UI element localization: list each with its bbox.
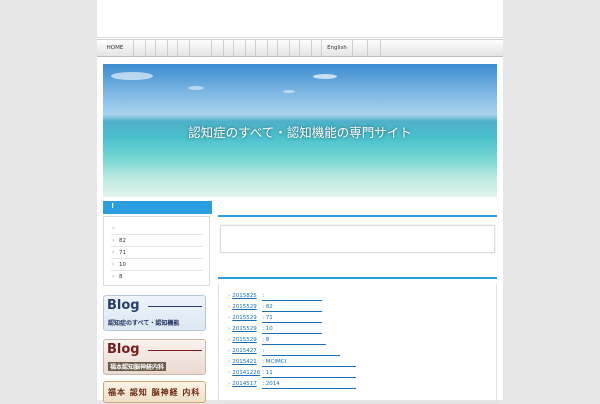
sidebar-item[interactable]: 8: [111, 271, 203, 283]
nav-separator: [255, 40, 256, 57]
nav-separator: [211, 40, 212, 57]
bullet-icon: ›: [228, 293, 231, 299]
nav-separator: [289, 40, 290, 57]
global-nav: HOME English: [97, 39, 503, 57]
section-divider: [218, 215, 497, 217]
nav-english[interactable]: English: [321, 40, 353, 57]
news-date: 2015825: [232, 293, 257, 299]
blog-banner-clinic[interactable]: Blog 福本認知脳神経内科: [103, 339, 206, 375]
news-title: : 10: [262, 325, 323, 334]
news-date: 2015529: [232, 315, 257, 321]
news-list: › 2015825: › 2015529: 82 › 2015529: 71 › 201…: [218, 284, 497, 404]
nav-separator: [245, 40, 246, 57]
nav-separator: [155, 40, 156, 57]
nav-separator: [167, 40, 168, 57]
news-item[interactable]: › 20141226: 11: [228, 368, 357, 378]
news-title: : MCIMCI: [262, 358, 357, 367]
section-divider: [218, 277, 497, 279]
news-date: 2015529: [232, 337, 257, 343]
banner-title: 福本 認知 脳神経 内科: [108, 388, 201, 397]
nav-separator: [177, 40, 178, 57]
cloud: [313, 74, 337, 79]
banner-title: Blog: [107, 342, 140, 357]
nav-separator: [311, 40, 312, 57]
page-container: HOME English 認知症のすべて・認知機能の専門サイト ! 82 71 …: [97, 0, 503, 404]
cloud: [283, 90, 295, 93]
news-title: : 11: [262, 369, 357, 378]
bullet-icon: ›: [228, 315, 231, 321]
bullet-icon: ›: [228, 337, 231, 343]
content-box: [220, 225, 495, 253]
nav-separator: [145, 40, 146, 57]
news-date: 2015427: [232, 348, 257, 354]
bullet-icon: ›: [228, 381, 231, 387]
banner-title: Blog: [107, 298, 140, 313]
nav-separator: [299, 40, 300, 57]
news-title: :: [262, 292, 323, 301]
news-date: 20141226: [232, 370, 261, 376]
nav-separator: [277, 40, 278, 57]
news-date: 2015529: [232, 326, 257, 332]
news-title: : 71: [262, 314, 323, 323]
nav-home[interactable]: HOME: [97, 40, 134, 57]
blog-banner-ninchisho[interactable]: Blog 認知症のすべて・認知機能: [103, 295, 206, 331]
news-item[interactable]: › 2015825:: [228, 291, 323, 301]
news-title: : 2014: [262, 380, 357, 389]
nav-separator: [233, 40, 234, 57]
news-item[interactable]: › 2015529 : 10: [228, 324, 323, 334]
bullet-icon: ›: [228, 348, 231, 354]
news-date: 2015529: [232, 304, 257, 310]
news-item[interactable]: › 2015529 : 82: [228, 302, 323, 312]
news-title: : 82: [262, 303, 323, 312]
hero-banner: 認知症のすべて・認知機能の専門サイト: [103, 64, 497, 197]
nav-separator: [367, 40, 368, 57]
bullet-icon: ›: [228, 304, 231, 310]
nav-separator: [267, 40, 268, 57]
bullet-icon: ›: [228, 326, 231, 332]
sidebar-item[interactable]: 10: [111, 259, 203, 271]
sidebar-item[interactable]: 71: [111, 247, 203, 259]
banner-rule: [148, 306, 202, 307]
banner-subtitle: 福本認知脳神経内科: [108, 362, 167, 371]
cloud: [111, 72, 153, 80]
bullet-icon: ›: [228, 359, 231, 365]
nav-separator: [380, 40, 381, 57]
nav-separator: [189, 40, 190, 57]
sidebar-item[interactable]: [111, 223, 203, 235]
hero-title: 認知症のすべて・認知機能の専門サイト: [188, 125, 412, 140]
site-header: [97, 0, 503, 38]
news-item[interactable]: › 2014517 : 2014: [228, 379, 357, 389]
news-date: 2015421: [232, 359, 257, 365]
banner-subtitle: 認知症のすべて・認知機能: [108, 320, 180, 327]
news-item[interactable]: › 2015529 : 8: [228, 335, 327, 345]
news-item[interactable]: › 2015421 : MCIMCI: [228, 357, 357, 367]
cloud: [188, 86, 204, 90]
nav-separator: [223, 40, 224, 57]
news-title: : 8: [262, 336, 327, 345]
news-title: :: [262, 347, 341, 356]
banner-rule: [148, 350, 202, 351]
news-date: 2014517: [232, 381, 257, 387]
news-item[interactable]: › 2015529 : 71: [228, 313, 323, 323]
news-item[interactable]: › 2015427:: [228, 346, 341, 356]
sidebar-heading: !: [103, 201, 212, 214]
bullet-icon: ›: [228, 370, 231, 376]
sidebar-item[interactable]: 82: [111, 235, 203, 247]
sidebar-heading-text: !: [111, 202, 115, 210]
sidebar-menu: 82 71 10 8: [103, 216, 210, 286]
